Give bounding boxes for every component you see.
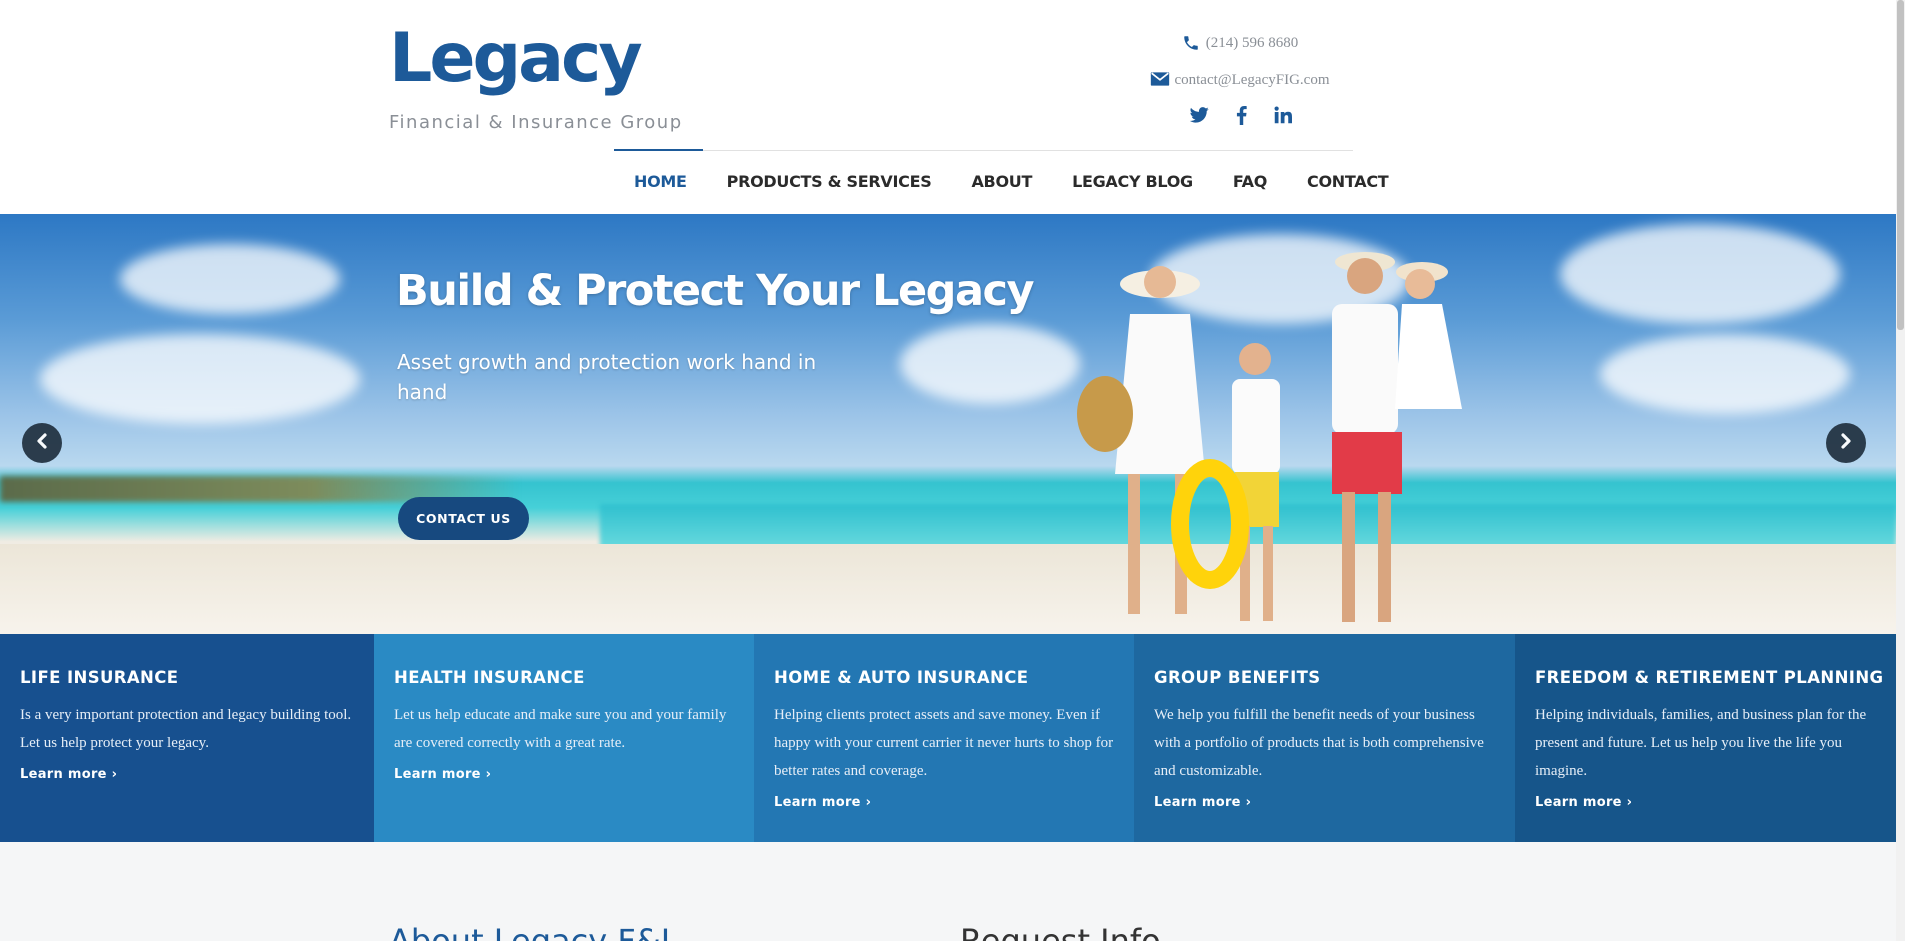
- learn-more-link[interactable]: Learn more ›: [1535, 795, 1632, 810]
- hero-cloud: [40, 334, 360, 424]
- chevron-right-icon: ›: [865, 795, 872, 810]
- learn-more-label: Learn more: [1154, 795, 1241, 810]
- learn-more-link[interactable]: Learn more ›: [394, 767, 491, 782]
- facebook-icon[interactable]: [1231, 105, 1251, 125]
- nav-item-legacy-blog[interactable]: LEGACY BLOG: [1052, 172, 1213, 191]
- service-tile-life-insurance: LIFE INSURANCE Is a very important prote…: [0, 634, 374, 842]
- nav-item-faq[interactable]: FAQ: [1213, 172, 1287, 191]
- service-description: Is a very important protection and legac…: [20, 707, 352, 751]
- nav-item-about[interactable]: ABOUT: [951, 172, 1052, 191]
- nav-item-products-services[interactable]: PRODUCTS & SERVICES: [707, 172, 952, 191]
- phone-number: (214) 596 8680: [1205, 34, 1299, 51]
- social-links: [1142, 105, 1340, 125]
- linkedin-icon[interactable]: [1273, 105, 1293, 125]
- chevron-right-icon: ›: [1626, 795, 1633, 810]
- learn-more-link[interactable]: Learn more ›: [20, 767, 117, 782]
- service-tile-health-insurance: HEALTH INSURANCE Let us help educate and…: [374, 634, 754, 842]
- scrollbar-thumb[interactable]: [1897, 0, 1904, 330]
- service-description: Helping clients protect assets and save …: [774, 707, 1114, 779]
- request-info-heading: Request Info: [960, 922, 1161, 941]
- chevron-right-icon: ›: [1245, 795, 1252, 810]
- envelope-icon: [1150, 71, 1170, 89]
- hero-cloud: [1600, 334, 1850, 414]
- nav-item-contact[interactable]: CONTACT: [1287, 172, 1408, 191]
- logo-tagline: Financial & Insurance Group: [389, 112, 683, 133]
- service-description: We help you fulfill the benefit needs of…: [1154, 707, 1484, 779]
- twitter-icon[interactable]: [1189, 105, 1209, 125]
- header-contact-info: (214) 596 8680 contact@LegacyFIG.com: [1140, 32, 1340, 125]
- slider-prev-button[interactable]: [22, 423, 62, 463]
- service-title: LIFE INSURANCE: [20, 668, 179, 687]
- family-photo: [1077, 252, 1462, 622]
- about-heading: About Legacy F&I: [389, 922, 671, 941]
- service-title: GROUP BENEFITS: [1154, 668, 1321, 687]
- email-row[interactable]: contact@LegacyFIG.com: [1140, 69, 1340, 91]
- chevron-left-icon: [35, 432, 49, 454]
- email-address: contact@LegacyFIG.com: [1174, 71, 1330, 88]
- service-tile-home-auto-insurance: HOME & AUTO INSURANCE Helping clients pr…: [754, 634, 1134, 842]
- logo[interactable]: Legacy Financial & Insurance Group: [389, 19, 683, 134]
- service-title: HEALTH INSURANCE: [394, 668, 585, 687]
- chevron-right-icon: ›: [111, 767, 118, 782]
- phone-icon: [1182, 34, 1200, 52]
- learn-more-label: Learn more: [394, 767, 481, 782]
- learn-more-label: Learn more: [774, 795, 861, 810]
- contact-us-button[interactable]: CONTACT US: [398, 497, 529, 540]
- chevron-right-icon: ›: [485, 767, 492, 782]
- service-tile-freedom-retirement-planning: FREEDOM & RETIREMENT PLANNING Helping in…: [1515, 634, 1896, 842]
- learn-more-link[interactable]: Learn more ›: [774, 795, 871, 810]
- service-description: Helping individuals, families, and busin…: [1535, 707, 1867, 779]
- hero-cloud: [1560, 224, 1840, 324]
- service-title: HOME & AUTO INSURANCE: [774, 668, 1029, 687]
- learn-more-link[interactable]: Learn more ›: [1154, 795, 1251, 810]
- hero-cloud: [120, 244, 340, 314]
- service-tile-group-benefits: GROUP BENEFITS We help you fulfill the b…: [1134, 634, 1515, 842]
- main-nav: HOME PRODUCTS & SERVICES ABOUT LEGACY BL…: [614, 151, 1408, 211]
- site-header: Legacy Financial & Insurance Group (214)…: [0, 0, 1896, 214]
- slider-next-button[interactable]: [1826, 423, 1866, 463]
- hero-title: Build & Protect Your Legacy: [396, 266, 1034, 316]
- hero-subtitle: Asset growth and protection work hand in…: [397, 350, 817, 404]
- learn-more-label: Learn more: [1535, 795, 1622, 810]
- learn-more-label: Learn more: [20, 767, 107, 782]
- logo-name: Legacy: [389, 19, 643, 98]
- content-section: About Legacy F&I Request Info: [0, 842, 1896, 941]
- phone-row[interactable]: (214) 596 8680: [1140, 32, 1340, 54]
- hero-slider: Build & Protect Your Legacy Asset growth…: [0, 214, 1896, 634]
- hero-sand: [0, 544, 1896, 634]
- nav-item-home[interactable]: HOME: [614, 172, 707, 191]
- service-description: Let us help educate and make sure you an…: [394, 707, 727, 751]
- chevron-right-icon: [1839, 432, 1853, 454]
- service-title: FREEDOM & RETIREMENT PLANNING: [1535, 668, 1884, 687]
- service-tiles: LIFE INSURANCE Is a very important prote…: [0, 634, 1896, 842]
